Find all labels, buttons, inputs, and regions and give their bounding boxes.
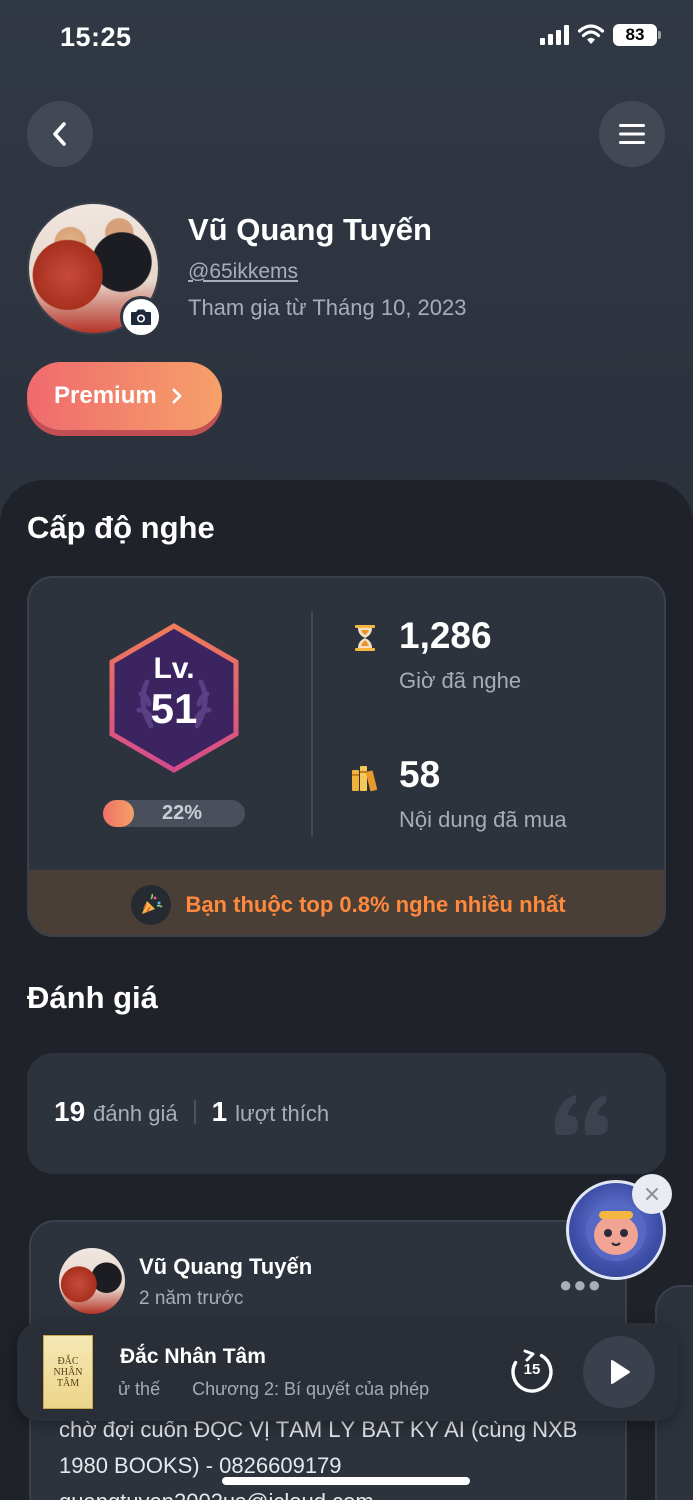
replay-seconds: 15 [523, 1361, 541, 1378]
player-subtitle: ử thế Chương 2: Bí quyết của phép [118, 1379, 429, 1400]
review-text: chờ đợi cuốn ĐỌC VỊ TÂM LÝ BẤT KỲ AI (cù… [59, 1412, 619, 1500]
level-badge: Lv. 51 [107, 622, 241, 774]
hours-listened-label: Giờ đã nghe [399, 668, 522, 693]
level-number: 51 [150, 685, 198, 732]
quote-icon [554, 1095, 608, 1135]
review-summary-card[interactable]: 19 đánh giá 1 lượt thích [27, 1053, 666, 1174]
chevron-right-icon [172, 388, 182, 404]
signal-icon [540, 25, 569, 45]
premium-label: Premium [54, 382, 157, 409]
menu-button[interactable] [599, 101, 665, 167]
party-popper-icon [131, 884, 172, 925]
review-text-line: quangtuyen2002us@icloud.com [59, 1484, 619, 1500]
profile-joined-date: Tham gia từ Tháng 10, 2023 [188, 295, 467, 320]
book-cover: ĐẮC NHÂN TÂM [43, 1335, 93, 1409]
level-progress-bar: 22% [103, 800, 245, 827]
profile-handle[interactable]: @65ikkems [188, 260, 298, 284]
book-cover-line: ĐẮC [57, 1355, 79, 1367]
close-icon [646, 1188, 658, 1200]
summary-divider [193, 1100, 196, 1124]
wifi-icon [577, 24, 605, 44]
listening-level-card[interactable]: Lv. 51 22% 1,286 Giờ đã nghe 58 Nội dung… [27, 576, 666, 937]
top-listener-banner: Bạn thuộc top 0.8% nghe nhiều nhất [29, 870, 664, 935]
player-subtitle-right: Chương 2: Bí quyết của phép [192, 1379, 430, 1399]
close-assistant-button[interactable] [632, 1174, 672, 1214]
mini-player[interactable]: ĐẮC NHÂN TÂM Đắc Nhân Tâm ử thế Chương 2… [17, 1323, 678, 1421]
level-progress-label: 22% [161, 802, 203, 824]
change-photo-button[interactable] [120, 296, 162, 338]
chevron-left-icon [53, 122, 66, 146]
player-subtitle-left: ử thế [118, 1379, 161, 1399]
hourglass-icon [355, 625, 375, 651]
premium-button[interactable]: Premium [27, 362, 222, 430]
review-author-avatar [59, 1248, 125, 1314]
hamburger-menu-icon [619, 124, 645, 144]
review-time: 2 năm trước [139, 1288, 244, 1309]
like-count: 1 [211, 1096, 228, 1127]
play-icon [611, 1360, 630, 1384]
top-listener-text: Bạn thuộc top 0.8% nghe nhiều nhất [185, 891, 566, 917]
like-count-label: lượt thích [235, 1101, 330, 1126]
profile-name: Vũ Quang Tuyến [188, 212, 432, 247]
level-prefix: Lv. [153, 652, 195, 685]
listening-level-title: Cấp độ nghe [27, 510, 215, 545]
book-cover-line: TÂM [56, 1377, 80, 1389]
review-count-label: đánh giá [93, 1101, 178, 1126]
status-time: 15:25 [60, 22, 132, 52]
battery-icon: 83 [613, 24, 661, 46]
home-indicator [222, 1477, 470, 1485]
back-button[interactable] [27, 101, 93, 167]
player-title: Đắc Nhân Tâm [120, 1345, 266, 1368]
review-author-name: Vũ Quang Tuyến [139, 1254, 313, 1279]
purchased-label: Nội dung đã mua [399, 807, 567, 832]
camera-icon [131, 309, 151, 325]
hours-listened-value: 1,286 [399, 615, 492, 656]
books-icon [352, 766, 378, 792]
card-divider [311, 612, 313, 836]
play-button[interactable] [583, 1336, 655, 1408]
reviews-title: Đánh giá [27, 980, 158, 1015]
book-cover-line: NHÂN [53, 1366, 83, 1378]
replay-15-button[interactable]: 15 [507, 1347, 557, 1397]
purchased-value: 58 [399, 754, 441, 795]
review-count: 19 [54, 1096, 86, 1127]
status-icons: 83 [540, 24, 661, 46]
